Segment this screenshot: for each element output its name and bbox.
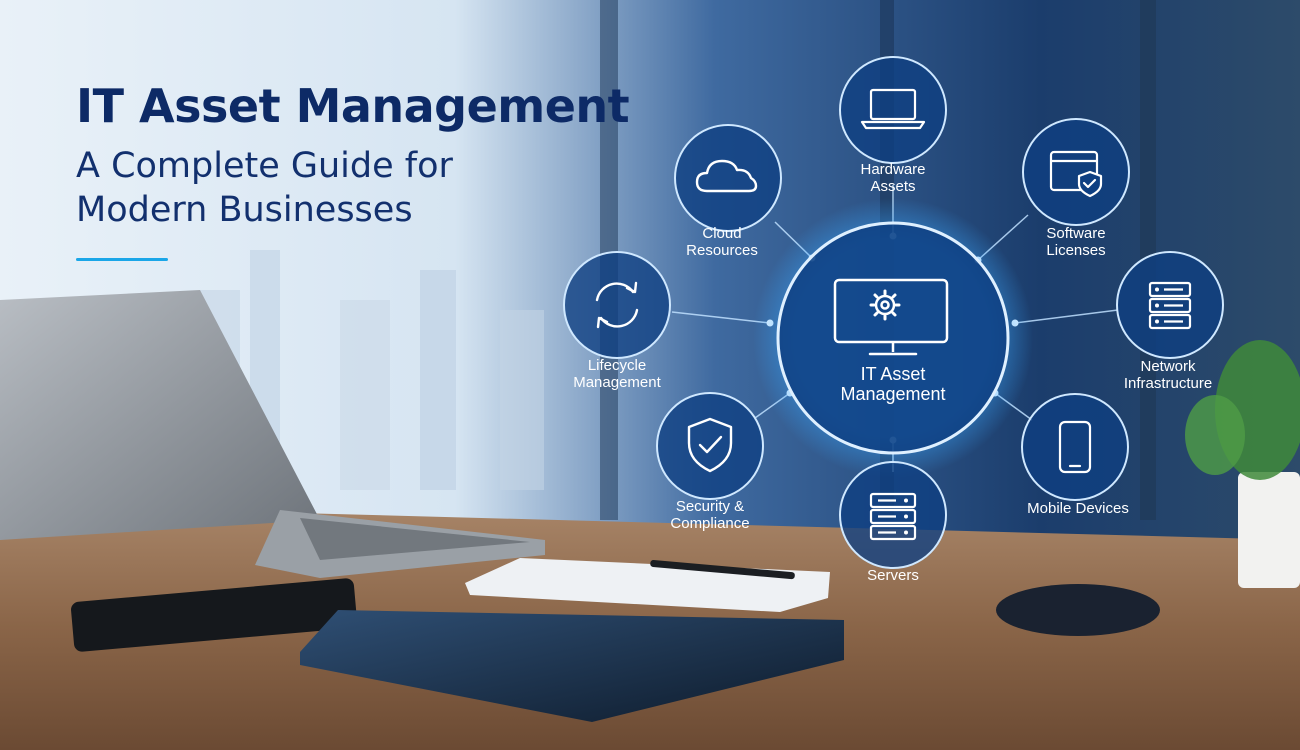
node-label-line-2: Management: [573, 374, 661, 391]
node-circle: [656, 392, 764, 500]
node-circle: [1022, 118, 1130, 226]
node-label-line-1: Software: [1046, 225, 1105, 242]
node-mobile-devices: Mobile Devices: [1021, 393, 1129, 517]
node-label-line-1: Servers: [867, 567, 919, 584]
node-network-infrastructure: Network Infrastructure: [1116, 251, 1224, 392]
node-lifecycle-management: Lifecycle Management: [563, 251, 671, 391]
node-label-line-2: Infrastructure: [1124, 375, 1212, 392]
node-circle: [839, 461, 947, 569]
asset-network-diagram: IT Asset Management Hardware Assets Soft…: [563, 56, 1224, 584]
hub-circle: [776, 221, 1010, 455]
node-label-line-2: Licenses: [1046, 242, 1105, 259]
node-label-line-1: Hardware: [860, 161, 925, 178]
node-circle: [563, 251, 671, 359]
node-circle: [839, 56, 947, 164]
node-label-line-1: Cloud: [702, 225, 741, 242]
node-label-line-1: Lifecycle: [588, 357, 646, 374]
hub-label-line-2: Management: [840, 384, 945, 404]
node-security-compliance: Security & Compliance: [656, 392, 764, 532]
node-cloud-resources: Cloud Resources: [674, 124, 782, 259]
node-hardware-assets: Hardware Assets: [839, 56, 947, 195]
central-hub: IT Asset Management: [753, 198, 1033, 478]
node-label-line-2: Resources: [686, 242, 758, 259]
node-label-line-1: Mobile Devices: [1027, 500, 1129, 517]
node-circle: [1021, 393, 1129, 501]
node-label-line-2: Compliance: [670, 515, 749, 532]
node-servers: Servers: [839, 461, 947, 584]
node-label-line-2: Assets: [870, 178, 915, 195]
node-circle: [674, 124, 782, 232]
node-label-line-1: Security &: [676, 498, 744, 515]
node-label-line-1: Network: [1140, 358, 1196, 375]
node-software-licenses: Software Licenses: [1022, 118, 1130, 259]
hub-label-line-1: IT Asset: [861, 364, 926, 384]
hero-banner: IT Asset Management A Complete Guide for…: [0, 0, 1300, 750]
